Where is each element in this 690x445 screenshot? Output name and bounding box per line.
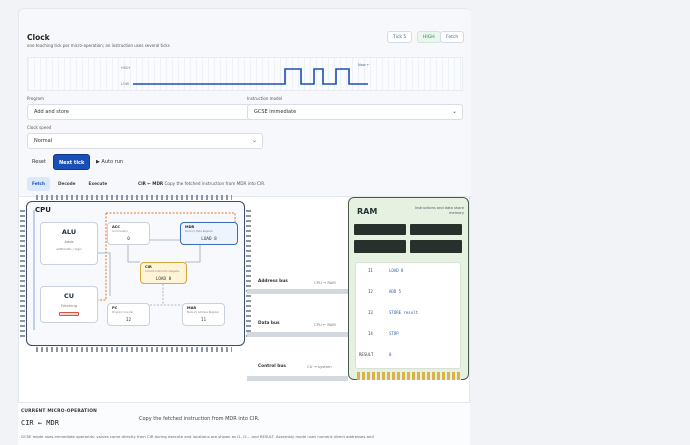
program-value: Add and store [34, 109, 69, 115]
cu-signal-indicator [59, 312, 79, 316]
phase-badge: Fetch [440, 31, 465, 43]
cir-title: CIR [145, 265, 152, 269]
mdr-title: MDR [185, 225, 195, 229]
cu-unit: CU Fetching [40, 286, 98, 323]
acc-title: ACC [112, 225, 121, 229]
clock-wave-line [133, 68, 368, 85]
cpu-pins-right [246, 210, 251, 340]
cu-title: CU [63, 292, 75, 300]
ram-address: RESULT [359, 352, 374, 357]
cu-sub: Fetching [60, 303, 78, 308]
data-bus-label: Data bus [258, 321, 280, 326]
ram-address: I4 [368, 331, 373, 336]
ram-chip [354, 240, 406, 253]
ram-chip [354, 224, 406, 235]
pc-sub: Program Counter [112, 311, 134, 314]
ram-value: LOAD 8 [389, 268, 404, 273]
ram-address: I1 [368, 268, 373, 273]
ram-title: RAM [357, 207, 378, 216]
data-bus [247, 332, 348, 337]
cpu-pins-top [36, 195, 232, 200]
alu-title: ALU [61, 228, 77, 236]
tab-execute[interactable]: Execute [84, 177, 113, 191]
ram-chip [410, 224, 462, 235]
program-select[interactable]: Add and store⌄ [27, 104, 263, 120]
address-bus-direction: CPU → RAM [314, 280, 336, 285]
ram-gold-contacts [357, 372, 461, 380]
cir-sub: Current Instruction Register [145, 270, 180, 273]
current-micro-op-panel: CURRENT MICRO-OPERATION CIR ← MDR Copy t… [18, 402, 470, 445]
speed-value: Normal [34, 138, 53, 144]
mar-title: MAR [187, 306, 197, 310]
control-bus [247, 376, 348, 381]
mar-sub: Memory Address Register [187, 311, 220, 314]
mdr-register: MDR Memory Data Register LOAD 8 [180, 222, 238, 245]
ram-address: I3 [368, 310, 373, 315]
current-op: CIR ← MDR [21, 419, 59, 427]
pc-value: I2 [125, 318, 132, 323]
alu-sub: Adds [64, 239, 74, 244]
cir-register: CIR Current Instruction Register LOAD 8 [140, 262, 187, 284]
alu-sub2: arithmetic / logic [56, 247, 82, 251]
tick-badge: Tick 5 [387, 31, 413, 43]
cpu-pins-bottom [36, 347, 232, 352]
speed-select[interactable]: Normal ⌄ [27, 133, 263, 149]
ram-chip [410, 240, 462, 253]
ram-value: 0 [389, 352, 392, 357]
next-tick-button[interactable]: Next tick [53, 154, 91, 170]
alu-unit: ALU Adds arithmetic / logic [40, 222, 98, 265]
stage-tabs: Fetch Decode Execute [27, 177, 112, 191]
current-label: CURRENT MICRO-OPERATION [21, 409, 98, 414]
program-label: Program [27, 96, 44, 101]
model-label: Instruction model [247, 96, 283, 101]
acc-value: 0 [127, 237, 130, 242]
clock-waveform: HIGH LOW Now ← [27, 57, 463, 91]
chevron-down-icon: ⌄ [451, 108, 457, 115]
data-bus-direction: CPU ← RAM [314, 322, 336, 327]
ram-value: ADD 5 [389, 289, 402, 294]
control-bus-direction: CU → system [307, 364, 332, 369]
stage-desc: Copy the fetched instruction from MDR in… [164, 181, 266, 186]
current-desc: Copy the fetched instruction from MDR in… [139, 416, 260, 422]
cpu-label: CPU [35, 206, 51, 214]
stage-description: CIR ← MDR Copy the fetched instruction f… [138, 181, 265, 186]
clock-panel: Clock one teaching tick per micro-operat… [19, 9, 471, 197]
control-bus-label: Control bus [258, 364, 286, 369]
address-bus [247, 289, 348, 294]
model-value: GCSE immediate [254, 109, 297, 115]
tab-decode[interactable]: Decode [53, 177, 81, 191]
stage-op: CIR ← MDR [138, 181, 164, 186]
mar-register: MAR Memory Address Register I1 [182, 303, 225, 326]
ram-value: STORE result [389, 310, 418, 315]
pc-register: PC Program Counter I2 [107, 303, 150, 326]
speed-label: Clock speed [27, 125, 52, 130]
clock-title: Clock [27, 33, 50, 42]
ram-subtitle: Instructions and data share memory [414, 206, 464, 215]
ram-address: I2 [368, 289, 373, 294]
cpu-pins-left [20, 210, 25, 340]
current-note: GCSE mode uses immediate operands: value… [21, 434, 374, 439]
mdr-sub: Memory Data Register [185, 230, 214, 233]
mdr-value: LOAD 8 [201, 237, 217, 242]
mar-value: I1 [200, 318, 207, 323]
auto-run-button[interactable]: ▶ Auto run [91, 154, 128, 170]
cir-value: LOAD 8 [155, 277, 172, 282]
reset-button[interactable]: Reset [27, 154, 51, 170]
ram-value: STOP [389, 331, 399, 336]
chevron-down-icon: ⌄ [251, 137, 257, 144]
clock-subtitle: one teaching tick per micro-operation; a… [27, 43, 170, 48]
pc-title: PC [112, 306, 118, 310]
acc-sub: Accumulator [112, 230, 128, 233]
tab-fetch[interactable]: Fetch [27, 177, 50, 191]
acc-register: ACC Accumulator 0 [107, 222, 150, 245]
address-bus-label: Address bus [258, 279, 288, 284]
level-badge: HIGH [417, 31, 441, 43]
model-select[interactable]: GCSE immediate ⌄ [247, 104, 463, 120]
